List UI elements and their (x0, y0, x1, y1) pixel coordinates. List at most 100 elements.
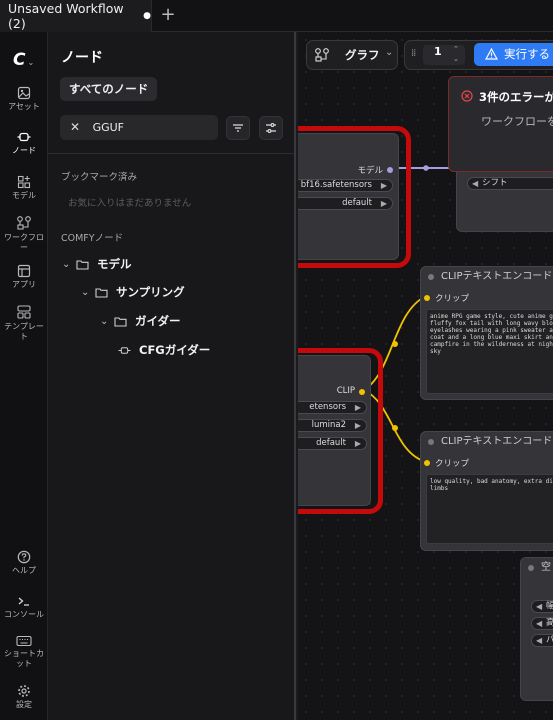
shift-widget[interactable]: ◀ シフト (467, 177, 553, 190)
rail-console[interactable]: コンソール (0, 594, 48, 620)
rail-settings[interactable]: 設定 (0, 684, 48, 710)
error-circle-icon (461, 90, 473, 102)
comfy-nodes-header: COMFYノード (61, 233, 124, 244)
chevron-down-icon: ⌄ (81, 286, 90, 298)
graph-button-label: グラフ (345, 48, 380, 62)
tree-folder-models[interactable]: ⌄ モデル (62, 256, 132, 272)
node-clip-text-encode-positive[interactable]: CLIPテキストエンコード クリップ anime RPG game style,… (420, 266, 553, 400)
graph-canvas[interactable]: グラフ ⌄ ⁞⁞ ⌃ ⌄ 1 実行する ◀ シフト 3件のエラーが ワークフローを … (298, 32, 553, 720)
help-icon (17, 550, 31, 564)
tree-node-cfg-guider[interactable]: CFGガイダー (118, 342, 210, 358)
model-file-value: bf16.safetensors (300, 180, 372, 190)
rail-label-workflows: ワークフロー (4, 233, 44, 252)
width-widget-label: 幅 (546, 601, 553, 611)
rail-label-models: モデル (12, 191, 36, 200)
console-icon (18, 597, 29, 606)
rail-label-nodes: ノード (12, 146, 36, 155)
output-label-model: モデル (357, 166, 383, 176)
rail-label-templates: テンプレート (4, 322, 44, 341)
filter-button[interactable] (226, 116, 250, 140)
node-icon (118, 346, 131, 354)
sliders-icon (266, 123, 276, 133)
batch-widget-label: パ (546, 635, 553, 645)
image-icon (17, 86, 31, 100)
panel-divider (48, 153, 294, 154)
sort-options-button[interactable] (259, 116, 283, 140)
clip-name-widget[interactable]: etensors ▶ (298, 401, 367, 414)
node-title-text: 空 (541, 562, 551, 573)
folder-icon (95, 287, 108, 298)
node-search-input[interactable]: ✕ GGUF (60, 115, 218, 140)
node-clip-text-encode-negative[interactable]: CLIPテキストエンコード クリップ low quality, bad anat… (420, 431, 553, 551)
model-icon (17, 175, 31, 189)
panel-title: ノード (61, 50, 103, 66)
input-socket-clip[interactable] (424, 295, 430, 301)
node-icon (17, 132, 31, 142)
rail-help[interactable]: ヘルプ (0, 550, 48, 576)
height-widget-label: 高 (546, 618, 553, 628)
output-socket-clip[interactable] (359, 389, 365, 395)
input-socket-clip[interactable] (424, 460, 430, 466)
output-label-clip: CLIP (336, 386, 355, 396)
input-label-clip: クリップ (435, 294, 470, 304)
prompt-textarea[interactable]: anime RPG game style, cute anime gi fluf… (426, 309, 553, 394)
filter-icon (233, 124, 243, 132)
node-title-text: CLIPテキストエンコード (441, 271, 553, 282)
stepper-arrows-icon[interactable]: ⌃ ⌄ (453, 44, 459, 64)
node-clip-loader[interactable]: CLIP etensors ▶ lumina2 ▶ default ▶ (298, 355, 371, 506)
rail-models[interactable]: モデル (0, 175, 48, 201)
bookmarks-header: ブックマーク済み (61, 172, 138, 183)
node-empty-latent[interactable]: 空 ◀ 幅 ◀ 高 ◀ パ (520, 557, 553, 701)
comfy-logo-icon[interactable]: C ⌄ (13, 50, 41, 70)
new-tab-button[interactable]: + (158, 5, 178, 25)
tree-folder-guiders[interactable]: ⌄ ガイダー (100, 313, 181, 329)
tab-bar: Unsaved Workflow (2) ● + (0, 0, 553, 32)
clip-type-widget[interactable]: lumina2 ▶ (298, 419, 367, 432)
node-title: CLIPテキストエンコード (421, 267, 553, 287)
rail-workflows[interactable]: ワークフロー (0, 215, 48, 253)
template-icon (17, 305, 31, 319)
run-button[interactable]: 実行する (474, 43, 553, 66)
clip-device-value: default (316, 438, 346, 448)
drag-handle-icon[interactable]: ⁞⁞ (411, 48, 416, 59)
logo-text: C (13, 50, 26, 70)
clear-search-icon[interactable]: ✕ (70, 120, 80, 134)
graph-switcher[interactable]: グラフ ⌄ (306, 40, 398, 70)
node-load-model[interactable]: モデル bf16.safetensors ▶ default ▶ (298, 133, 399, 260)
output-socket-model[interactable] (387, 167, 393, 173)
rail-nodes[interactable]: ノード (0, 126, 48, 158)
rail-shortcuts[interactable]: ショートカット (0, 635, 48, 669)
rail-label-settings: 設定 (16, 700, 32, 709)
rail-label-apps: アプリ (12, 280, 36, 289)
tree-label-sampling: サンプリング (116, 285, 185, 299)
tab-unsaved-workflow[interactable]: Unsaved Workflow (2) ● (0, 0, 152, 32)
rail-apps[interactable]: アプリ (0, 264, 48, 290)
error-title: 3件のエラーが (479, 90, 553, 104)
rail-templates[interactable]: テンプレート (0, 304, 48, 342)
model-file-widget[interactable]: bf16.safetensors ▶ (298, 179, 393, 192)
workflow-icon (315, 48, 329, 62)
weight-dtype-widget[interactable]: default ▶ (298, 197, 393, 210)
error-toast[interactable]: 3件のエラーが ワークフローを (448, 76, 553, 172)
search-value: GGUF (92, 121, 124, 134)
node-title-text: CLIPテキストエンコード (441, 436, 553, 447)
app-icon (17, 264, 31, 278)
folder-icon (114, 316, 127, 327)
chevron-down-icon: ⌄ (100, 315, 109, 327)
chevron-down-icon: ⌄ (385, 47, 394, 58)
run-button-label: 実行する (504, 47, 550, 61)
width-widget[interactable]: ◀ 幅 (531, 600, 553, 613)
tab-label: Unsaved Workflow (2) (8, 1, 124, 31)
rail-label-console: コンソール (4, 610, 44, 619)
negative-prompt-textarea[interactable]: low quality, bad anatomy, extra dig limb… (426, 474, 553, 544)
height-widget[interactable]: ◀ 高 (531, 617, 553, 630)
tree-label-models: モデル (97, 257, 132, 271)
rail-label-help: ヘルプ (12, 566, 36, 575)
tree-folder-sampling[interactable]: ⌄ サンプリング (81, 284, 185, 300)
rail-assets[interactable]: アセット (0, 86, 48, 112)
all-nodes-button[interactable]: すべてのノード (60, 77, 158, 101)
clip-device-widget[interactable]: default ▶ (298, 437, 367, 450)
workflow-icon (17, 216, 31, 230)
batch-widget[interactable]: ◀ パ (531, 634, 553, 647)
rail-label-shortcuts: ショートカット (4, 649, 44, 668)
